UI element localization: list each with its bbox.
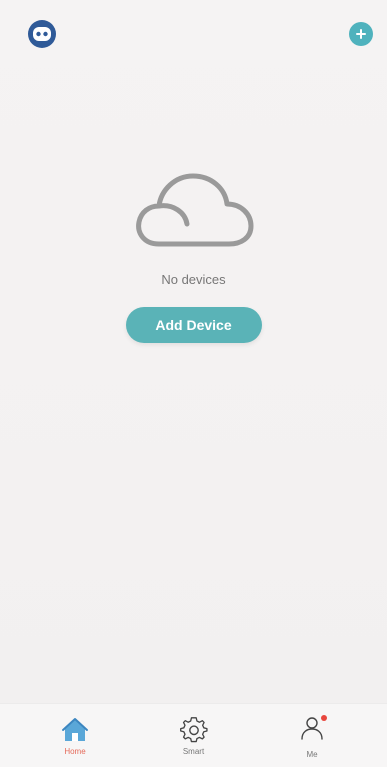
empty-message: No devices (161, 272, 226, 287)
empty-state: No devices Add Device (0, 160, 387, 343)
tab-me-label: Me (306, 749, 318, 759)
tab-smart[interactable]: Smart (159, 704, 229, 767)
gear-icon (179, 717, 208, 743)
robot-assistant-icon (28, 20, 56, 48)
tab-me[interactable]: Me (277, 704, 347, 767)
tab-smart-label: Smart (182, 747, 205, 756)
tab-home[interactable]: Home (40, 704, 110, 767)
home-screen: No devices Add Device Home Smart Me (0, 0, 387, 767)
top-bar (0, 12, 387, 56)
add-device-button[interactable]: Add Device (125, 307, 262, 343)
tab-home-label: Home (64, 747, 86, 756)
notification-dot (321, 714, 327, 721)
assistant-button[interactable] (24, 16, 60, 52)
home-icon (62, 718, 88, 741)
cloud-icon (135, 173, 253, 247)
me-icon-wrap (297, 713, 327, 748)
add-button[interactable] (349, 22, 373, 46)
bottom-tab-bar: Home Smart Me (0, 703, 387, 767)
